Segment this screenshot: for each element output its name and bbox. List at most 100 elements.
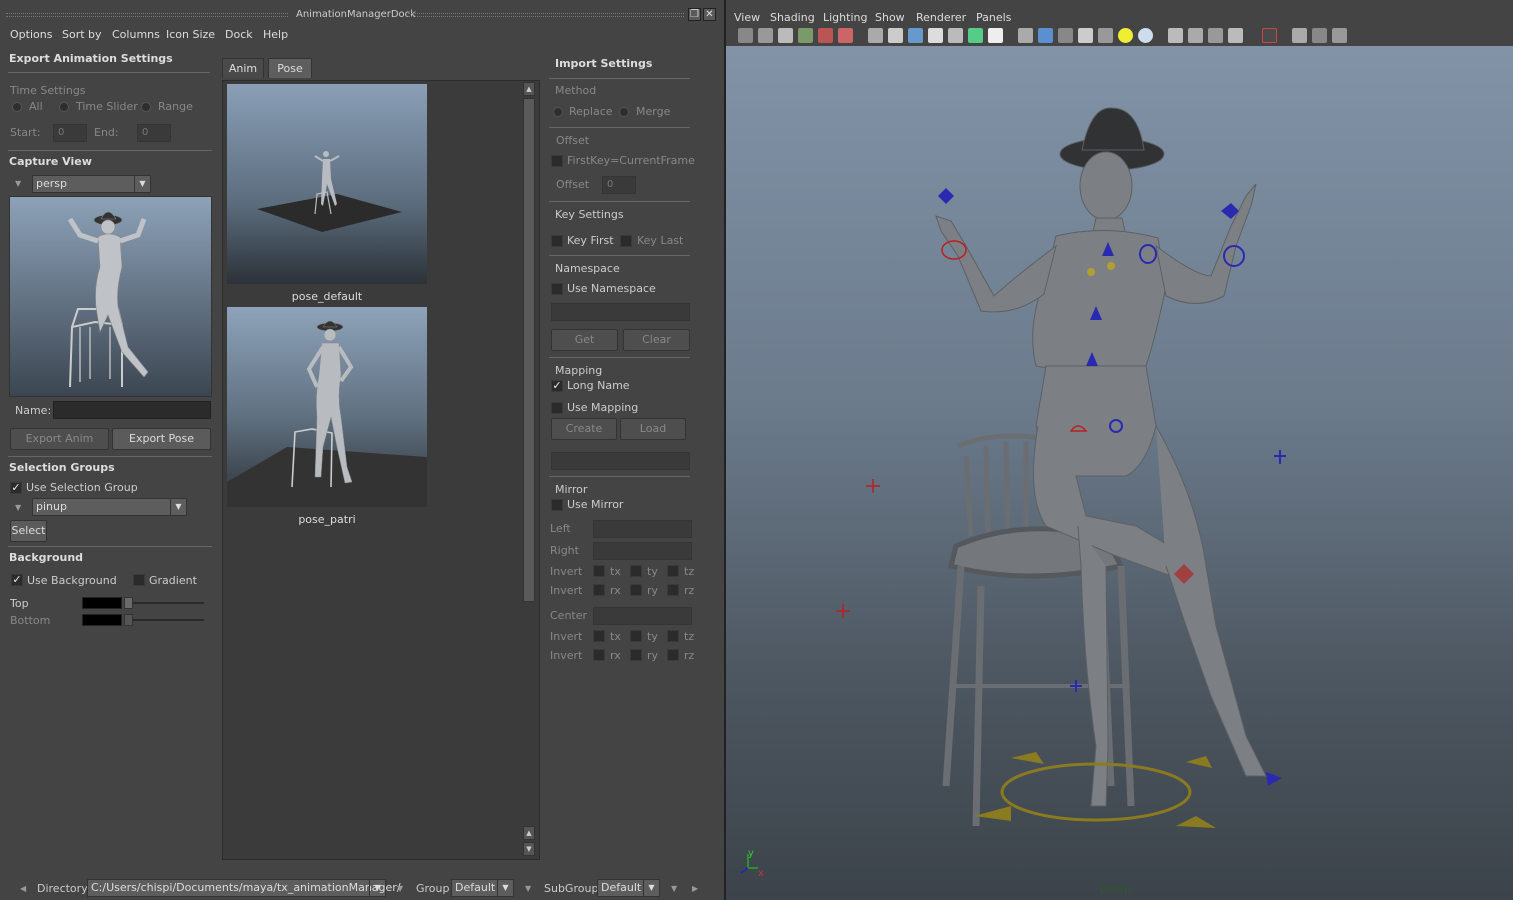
motion-blur-icon[interactable] bbox=[1208, 28, 1223, 43]
viewport-menu-lighting[interactable]: Lighting bbox=[823, 11, 867, 24]
top-slider-handle[interactable] bbox=[124, 597, 133, 609]
collapse-icon[interactable]: ▼ bbox=[15, 179, 21, 188]
radio-merge[interactable] bbox=[619, 107, 629, 117]
top-slider-track[interactable] bbox=[124, 602, 204, 604]
wireframe-on-shaded-icon[interactable] bbox=[1078, 28, 1093, 43]
safe-title-icon[interactable] bbox=[988, 28, 1003, 43]
use-background-checkbox[interactable]: ✓ bbox=[11, 574, 23, 586]
viewport-menu-renderer[interactable]: Renderer bbox=[916, 11, 966, 24]
chevron-left-icon[interactable]: ◀ bbox=[20, 884, 26, 893]
x-ray-icon[interactable] bbox=[1292, 28, 1307, 43]
scroll-up-icon[interactable]: ▲ bbox=[523, 82, 535, 96]
viewport-menu-show[interactable]: Show bbox=[875, 11, 905, 24]
directory-combo[interactable]: C:/Users/chispi/Documents/maya/tx_animat… bbox=[87, 879, 401, 897]
end-field[interactable]: 0 bbox=[137, 124, 171, 142]
center-field[interactable] bbox=[593, 607, 692, 625]
menu-options[interactable]: Options bbox=[10, 28, 52, 41]
selection-group-combo[interactable]: pinup ▼ bbox=[32, 498, 187, 516]
default-lighting-icon[interactable] bbox=[1118, 28, 1133, 43]
invert-center-rx-checkbox[interactable] bbox=[593, 649, 605, 661]
collapse-icon[interactable]: ▼ bbox=[397, 884, 403, 893]
smooth-shade-icon[interactable] bbox=[1038, 28, 1053, 43]
all-lights-icon[interactable] bbox=[1138, 28, 1153, 43]
offset-field[interactable]: 0 bbox=[602, 176, 636, 194]
screen-space-ao-icon[interactable] bbox=[1188, 28, 1203, 43]
anti-aliasing-icon[interactable] bbox=[1228, 28, 1243, 43]
shadows-icon[interactable] bbox=[1168, 28, 1183, 43]
key-last-checkbox[interactable] bbox=[620, 235, 632, 247]
safe-action-icon[interactable] bbox=[968, 28, 983, 43]
scroll-down-icon[interactable]: ▼ bbox=[523, 842, 535, 856]
mapping-field[interactable] bbox=[551, 452, 690, 470]
camera-attributes-icon[interactable] bbox=[758, 28, 773, 43]
isolate-select-icon[interactable] bbox=[1262, 28, 1277, 43]
group-combo[interactable]: Default ▼ bbox=[451, 879, 514, 897]
invert-tz-checkbox[interactable] bbox=[667, 565, 679, 577]
chevron-right-icon[interactable]: ▶ bbox=[692, 884, 698, 893]
subgroup-combo[interactable]: Default ▼ bbox=[597, 879, 660, 897]
key-first-checkbox[interactable] bbox=[551, 235, 563, 247]
bottom-slider-track[interactable] bbox=[124, 619, 204, 621]
namespace-field[interactable] bbox=[551, 303, 690, 321]
radio-time-slider[interactable] bbox=[59, 102, 69, 112]
bottom-color-swatch[interactable] bbox=[82, 614, 122, 626]
menu-sort-by[interactable]: Sort by bbox=[62, 28, 102, 41]
use-mapping-checkbox[interactable] bbox=[551, 402, 563, 414]
grid-icon[interactable] bbox=[868, 28, 883, 43]
long-name-checkbox[interactable]: ✓ bbox=[551, 380, 563, 392]
start-field[interactable]: 0 bbox=[53, 124, 87, 142]
menu-columns[interactable]: Columns bbox=[112, 28, 160, 41]
clear-button[interactable]: Clear bbox=[623, 329, 690, 351]
dock-title-bar[interactable]: AnimationManagerDock ❐ ✕ bbox=[0, 6, 722, 24]
invert-tx-checkbox[interactable] bbox=[593, 565, 605, 577]
invert-center-ty-checkbox[interactable] bbox=[630, 630, 642, 642]
radio-all[interactable] bbox=[12, 102, 22, 112]
export-pose-button[interactable]: Export Pose bbox=[112, 428, 211, 450]
invert-center-tx-checkbox[interactable] bbox=[593, 630, 605, 642]
create-button[interactable]: Create bbox=[551, 418, 617, 440]
field-chart-icon[interactable] bbox=[948, 28, 963, 43]
3d-viewport[interactable]: View Shading Lighting Show Renderer Pane… bbox=[724, 0, 1513, 900]
menu-icon-size[interactable]: Icon Size bbox=[166, 28, 215, 41]
x-ray-joints-icon[interactable] bbox=[1332, 28, 1347, 43]
firstkey-checkbox[interactable] bbox=[551, 155, 563, 167]
load-button[interactable]: Load bbox=[620, 418, 686, 440]
menu-help[interactable]: Help bbox=[263, 28, 288, 41]
float-icon[interactable]: ❐ bbox=[688, 8, 701, 21]
select-camera-icon[interactable] bbox=[738, 28, 753, 43]
use-selection-group-checkbox[interactable]: ✓ bbox=[10, 482, 22, 494]
grease-pencil-icon[interactable] bbox=[818, 28, 833, 43]
radio-range[interactable] bbox=[141, 102, 151, 112]
collapse-icon[interactable]: ▼ bbox=[525, 884, 531, 893]
image-plane-icon[interactable] bbox=[798, 28, 813, 43]
scroll-up-icon[interactable]: ▲ bbox=[523, 826, 535, 840]
invert-center-rz-checkbox[interactable] bbox=[667, 649, 679, 661]
x-ray-active-icon[interactable] bbox=[1312, 28, 1327, 43]
pose-thumbnail[interactable] bbox=[227, 307, 427, 507]
collapse-icon[interactable]: ▼ bbox=[15, 503, 21, 512]
right-field[interactable] bbox=[593, 542, 692, 560]
top-color-swatch[interactable] bbox=[82, 597, 122, 609]
shade-wireframe-icon[interactable] bbox=[1058, 28, 1073, 43]
close-icon[interactable]: ✕ bbox=[703, 8, 716, 21]
invert-center-tz-checkbox[interactable] bbox=[667, 630, 679, 642]
film-gate-icon[interactable] bbox=[888, 28, 903, 43]
invert-center-ry-checkbox[interactable] bbox=[630, 649, 642, 661]
select-button[interactable]: Select bbox=[10, 520, 47, 542]
viewport-menu-view[interactable]: View bbox=[734, 11, 760, 24]
gradient-checkbox[interactable] bbox=[133, 574, 145, 586]
use-mirror-checkbox[interactable] bbox=[551, 499, 563, 511]
tab-anim[interactable]: Anim bbox=[222, 58, 264, 78]
invert-ry-checkbox[interactable] bbox=[630, 584, 642, 596]
viewport-menu-panels[interactable]: Panels bbox=[976, 11, 1011, 24]
paint-icon[interactable] bbox=[838, 28, 853, 43]
export-anim-button[interactable]: Export Anim bbox=[10, 428, 109, 450]
textured-icon[interactable] bbox=[1098, 28, 1113, 43]
get-button[interactable]: Get bbox=[551, 329, 618, 351]
viewport-menu-shading[interactable]: Shading bbox=[770, 11, 815, 24]
name-field[interactable] bbox=[53, 401, 211, 419]
scrollbar-thumb[interactable] bbox=[523, 98, 535, 602]
invert-rx-checkbox[interactable] bbox=[593, 584, 605, 596]
wireframe-icon[interactable] bbox=[1018, 28, 1033, 43]
use-namespace-checkbox[interactable] bbox=[551, 283, 563, 295]
